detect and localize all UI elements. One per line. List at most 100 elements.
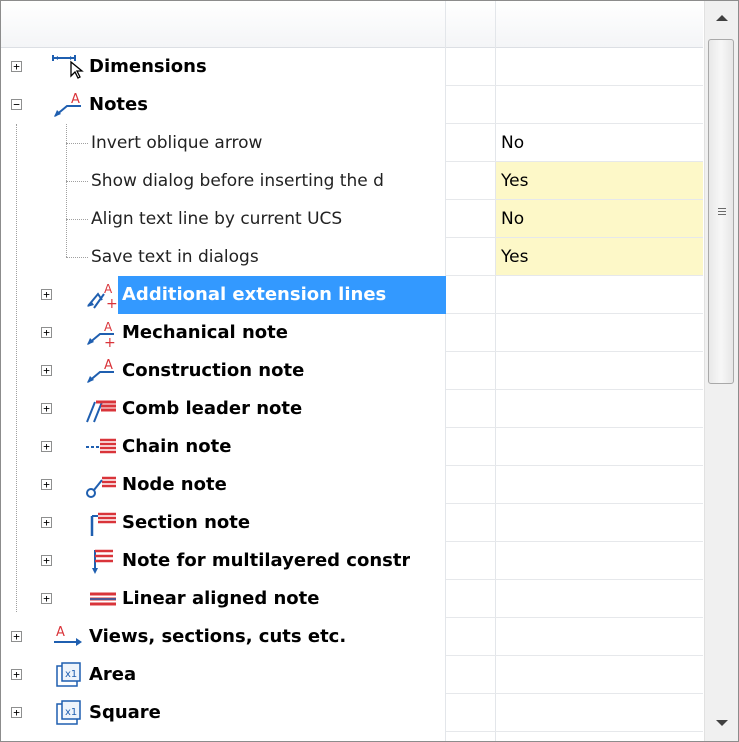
tree-item-label: Comb leader note — [122, 398, 303, 419]
grid-cell — [446, 618, 496, 656]
vertical-scrollbar[interactable] — [704, 1, 738, 741]
tree-item-label: Align text line by current UCS — [91, 209, 343, 229]
value-cell[interactable] — [496, 276, 703, 314]
grip-line — [718, 208, 726, 209]
value-cell[interactable] — [496, 428, 703, 466]
value-cell[interactable] — [496, 48, 703, 86]
tree-connector — [66, 181, 88, 182]
property-grid: + Dimensions − A Notes Invert oblique arrow No… — [0, 0, 739, 742]
value-cell[interactable] — [496, 694, 703, 732]
value-cell[interactable] — [496, 124, 703, 162]
grid-cell — [446, 352, 496, 390]
notes-icon: A — [54, 92, 81, 117]
multilayer-note-icon — [92, 549, 113, 574]
grid-header — [1, 1, 703, 48]
grid-cell — [446, 390, 496, 428]
grid-cell — [446, 124, 496, 162]
svg-text:A: A — [104, 320, 113, 334]
tree-row[interactable]: + A Construction note — [1, 352, 703, 390]
tree-row[interactable]: + Comb leader note — [1, 390, 703, 428]
tree-row[interactable]: + Section note — [1, 504, 703, 542]
scroll-down-arrow-icon[interactable] — [716, 720, 728, 726]
tree-item-label: Section note — [122, 512, 251, 533]
tree-row[interactable]: + A Views, sections, cuts etc. — [1, 618, 703, 656]
tree-item-label: Chain note — [122, 436, 232, 457]
grid-cell — [446, 504, 496, 542]
grid-cell — [446, 276, 496, 314]
value-cell[interactable] — [496, 580, 703, 618]
svg-text:A: A — [104, 282, 113, 296]
value-cell[interactable] — [496, 504, 703, 542]
value-cell[interactable] — [496, 656, 703, 694]
extension-lines-icon: A+ — [87, 282, 118, 312]
expand-icon[interactable]: + — [11, 631, 22, 642]
value-cell[interactable] — [496, 542, 703, 580]
value-cell[interactable] — [496, 352, 703, 390]
tree-item-label: Square — [89, 702, 161, 723]
expand-icon[interactable]: + — [41, 403, 52, 414]
linear-aligned-note-icon — [90, 592, 116, 606]
tree-connector — [66, 124, 67, 257]
grid-cell — [446, 86, 496, 124]
tree-row[interactable]: Invert oblique arrow No — [1, 124, 703, 162]
chain-note-icon — [86, 438, 116, 454]
expand-icon[interactable]: + — [41, 327, 52, 338]
tree-row[interactable]: Align text line by current UCS No — [1, 200, 703, 238]
tree-row[interactable]: + Node note — [1, 466, 703, 504]
tree-row[interactable]: + Chain note — [1, 428, 703, 466]
tree-row[interactable]: + x1 Square — [1, 694, 703, 732]
value-cell[interactable] — [496, 618, 703, 656]
grip-line — [718, 211, 726, 212]
svg-text:+: + — [104, 335, 116, 351]
expand-icon[interactable]: + — [41, 517, 52, 528]
tree-row[interactable]: − A Notes — [1, 86, 703, 124]
grid-cell — [446, 542, 496, 580]
expand-icon[interactable]: + — [11, 707, 22, 718]
tree-row[interactable]: + Note for multilayered constr — [1, 542, 703, 580]
tree-row[interactable]: + Dimensions — [1, 48, 703, 86]
expand-icon[interactable]: + — [11, 61, 22, 72]
grid-cell — [446, 200, 496, 238]
expand-icon[interactable]: + — [41, 555, 52, 566]
scrollbar-thumb[interactable] — [708, 39, 734, 384]
scroll-up-arrow-icon[interactable] — [716, 15, 728, 21]
property-value[interactable]: No — [501, 124, 524, 162]
value-cell[interactable] — [496, 390, 703, 428]
tree-row[interactable]: + A + Additional extension lines — [1, 276, 703, 314]
svg-text:A: A — [104, 358, 113, 373]
tree-item-label: Views, sections, cuts etc. — [89, 626, 347, 647]
property-value[interactable]: No — [501, 200, 524, 238]
grid-cell — [446, 314, 496, 352]
tree-row[interactable]: Save text in dialogs Yes — [1, 238, 703, 276]
expand-icon[interactable]: + — [41, 289, 52, 300]
expand-icon[interactable]: + — [11, 669, 22, 680]
expand-icon[interactable]: + — [41, 441, 52, 452]
views-icon: A — [54, 625, 82, 646]
tree-row[interactable]: + x1 Area — [1, 656, 703, 694]
value-cell[interactable] — [496, 200, 703, 238]
expand-icon[interactable]: + — [41, 365, 52, 376]
tree-row[interactable]: + A + Mechanical note — [1, 314, 703, 352]
expand-icon[interactable]: + — [41, 479, 52, 490]
collapse-icon[interactable]: − — [11, 99, 22, 110]
tree-item-label: Linear aligned note — [122, 588, 320, 609]
value-cell[interactable] — [496, 466, 703, 504]
grid-cell — [446, 428, 496, 466]
value-cell[interactable] — [496, 86, 703, 124]
tree-item-label: Dimensions — [89, 56, 207, 77]
value-cell[interactable] — [496, 314, 703, 352]
property-value[interactable]: Yes — [501, 238, 528, 276]
expand-icon[interactable]: + — [41, 593, 52, 604]
grid-cell — [446, 48, 496, 86]
section-note-icon — [90, 512, 116, 536]
construction-note-icon: A — [87, 358, 114, 383]
tree-item-label: Invert oblique arrow — [91, 133, 263, 153]
grid-cell — [446, 162, 496, 200]
tree-item-label: Additional extension lines — [118, 276, 446, 314]
tree-item-label: Mechanical note — [122, 322, 288, 343]
tree-row[interactable]: + Linear aligned note — [1, 580, 703, 618]
grid-cell — [446, 656, 496, 694]
property-value[interactable]: Yes — [501, 162, 528, 200]
svg-text:A: A — [56, 625, 65, 640]
tree-row[interactable]: Show dialog before inserting the d Yes — [1, 162, 703, 200]
